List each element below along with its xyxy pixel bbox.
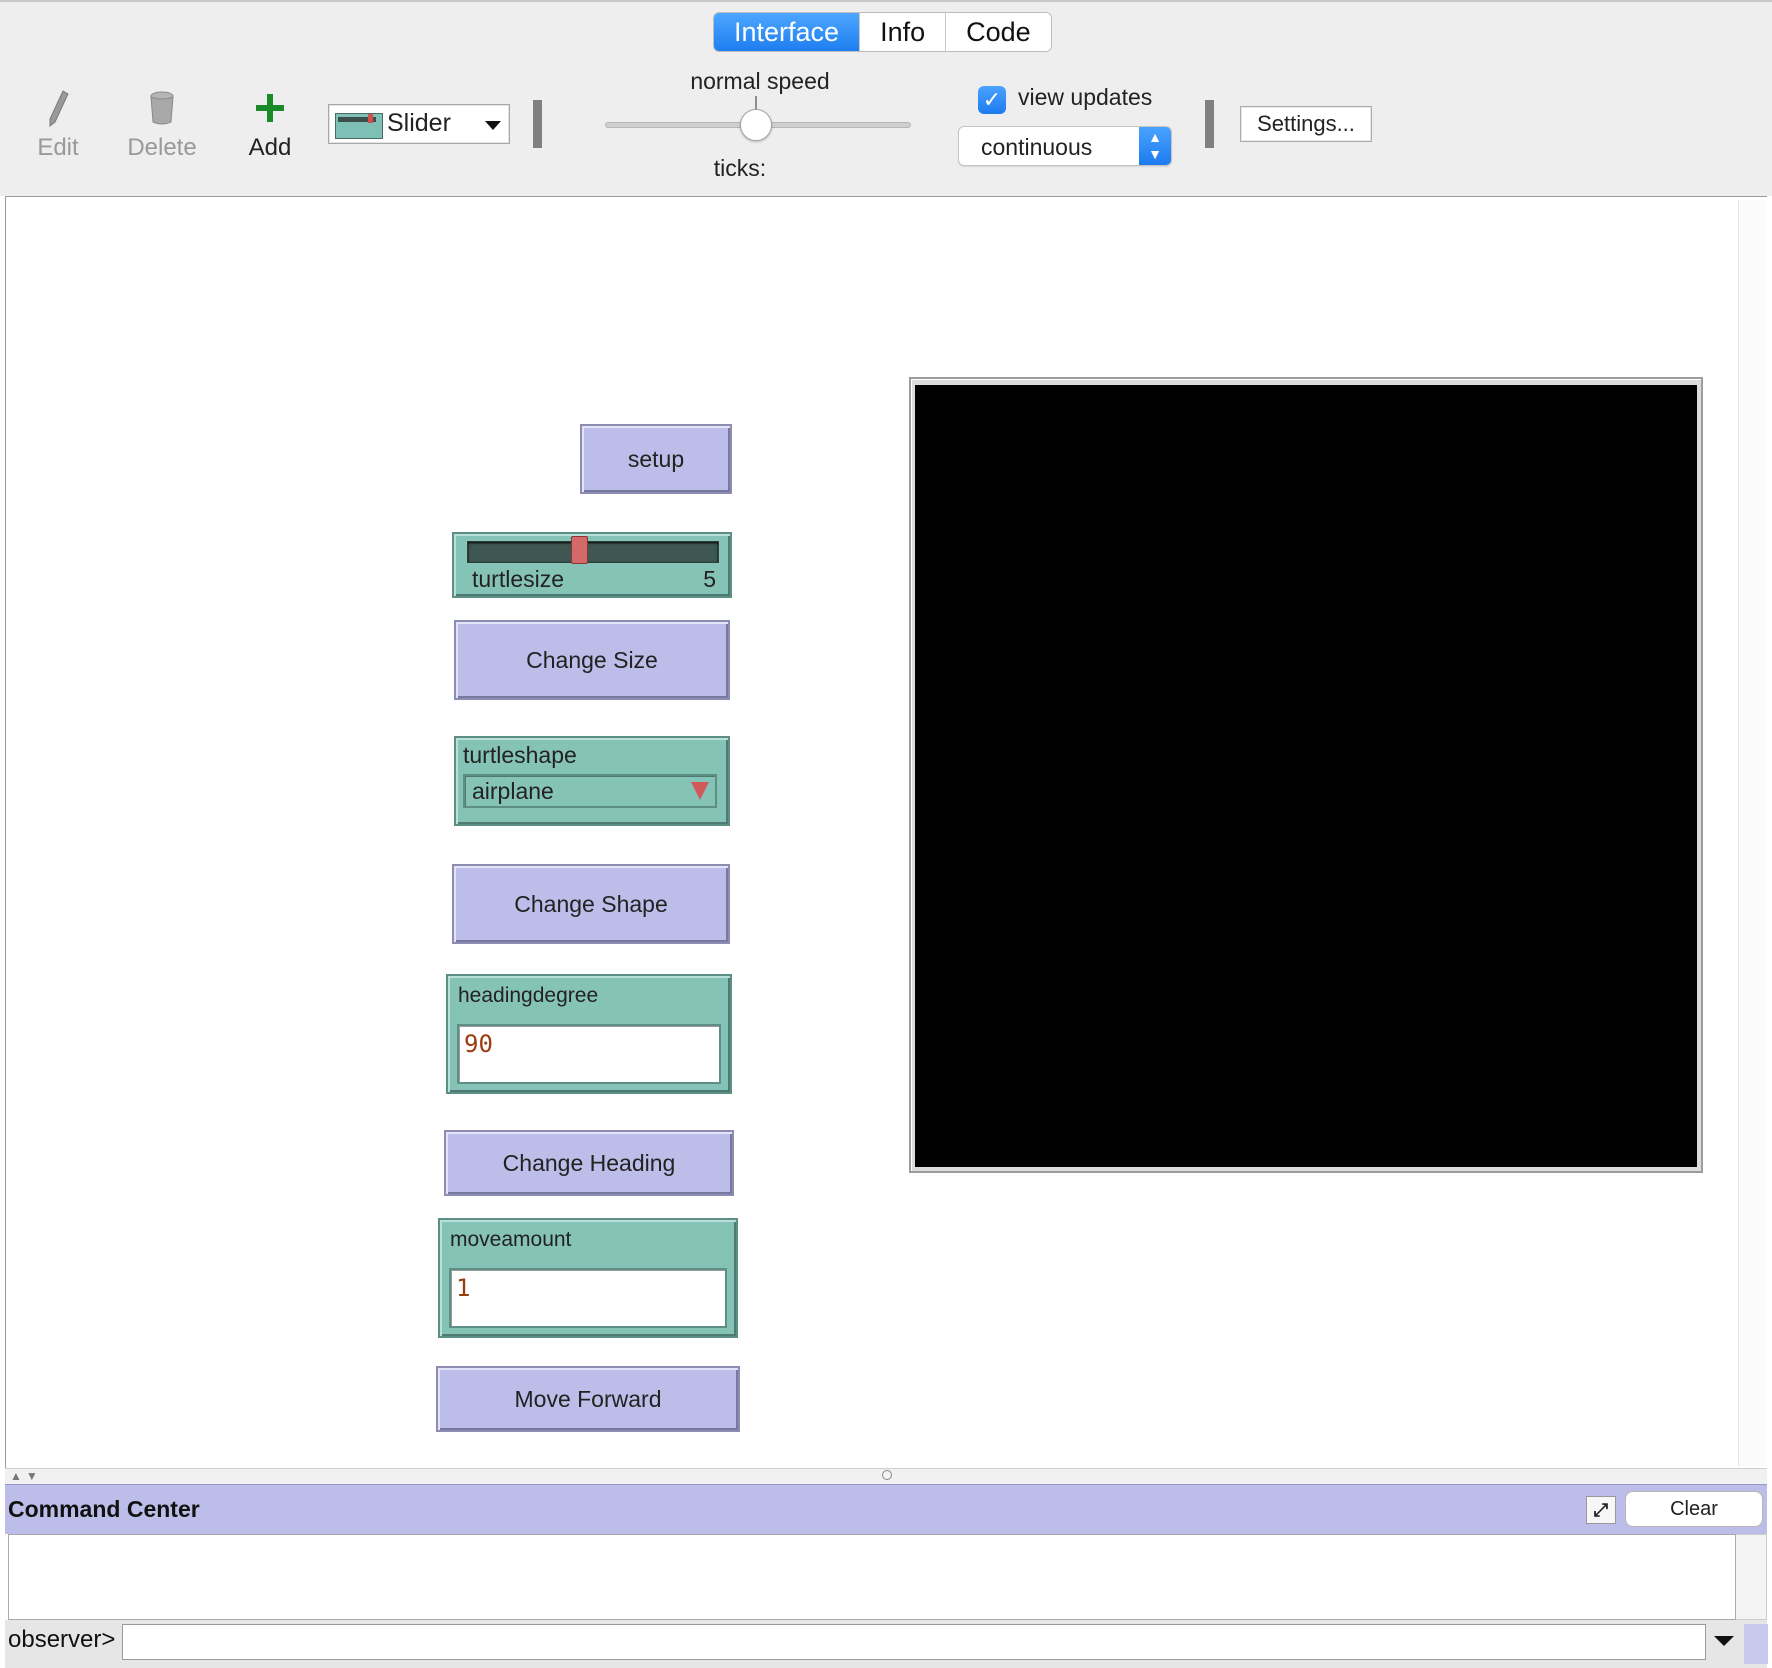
turtleshape-chooser[interactable]: turtleshape airplane	[454, 736, 730, 826]
view-updates-label: view updates	[1018, 84, 1153, 110]
update-mode-value: continuous	[981, 134, 1093, 160]
toolbar-separator	[533, 100, 542, 148]
splitter-arrows-icon[interactable]: ▲▼	[10, 1469, 42, 1483]
tab-info[interactable]: Info	[860, 13, 947, 51]
moveamount-input[interactable]: 1	[449, 1268, 727, 1328]
edit-button[interactable]: Edit	[32, 88, 84, 162]
chooser-dropdown[interactable]: airplane	[463, 774, 717, 808]
slider-value: 5	[703, 566, 716, 592]
change-size-button[interactable]: Change Size	[454, 620, 730, 700]
turtlesize-slider[interactable]: turtlesize 5	[452, 532, 732, 598]
widget-type-label: Slider	[387, 109, 451, 137]
moveamount-input-widget: moveamount 1	[438, 1218, 738, 1338]
output-scrollbar[interactable]	[1736, 1534, 1767, 1620]
settings-button[interactable]: Settings...	[1240, 106, 1372, 142]
chooser-value: airplane	[472, 778, 554, 804]
widget-type-dropdown[interactable]: Slider	[328, 104, 510, 144]
delete-label: Delete	[127, 134, 197, 161]
history-dropdown-icon[interactable]	[1712, 1628, 1736, 1652]
vertical-scrollbar[interactable]	[1738, 200, 1766, 1466]
speed-slider-thumb[interactable]	[740, 109, 772, 141]
input-name: headingdegree	[458, 984, 599, 1007]
slider-track[interactable]	[467, 541, 719, 563]
slider-thumb[interactable]	[571, 536, 588, 564]
toolbar-separator	[1205, 100, 1214, 148]
chooser-name: turtleshape	[463, 742, 577, 768]
headingdegree-input-widget: headingdegree 90	[446, 974, 732, 1094]
update-mode-dropdown[interactable]: continuous ▲ ▼	[958, 126, 1172, 166]
slider-widget-icon	[335, 113, 383, 139]
tab-interface[interactable]: Interface	[714, 13, 861, 51]
corner-panel	[1744, 1624, 1768, 1664]
trash-icon	[150, 91, 174, 125]
ticks-label: ticks:	[713, 155, 767, 181]
observer-prompt[interactable]: observer>	[8, 1626, 115, 1654]
headingdegree-input[interactable]: 90	[457, 1024, 721, 1084]
input-value: 1	[456, 1274, 471, 1302]
speed-center-tick	[755, 96, 757, 110]
input-value: 90	[464, 1030, 493, 1058]
edit-label: Edit	[37, 134, 79, 161]
dropdown-triangle-icon	[691, 782, 709, 800]
command-input[interactable]	[122, 1624, 1706, 1660]
command-output[interactable]	[8, 1534, 1736, 1620]
chevron-down-icon	[485, 121, 501, 130]
change-shape-button[interactable]: Change Shape	[452, 864, 730, 944]
plus-icon	[256, 94, 284, 122]
command-center-header	[5, 1484, 1767, 1534]
delete-button[interactable]: Delete	[124, 88, 200, 162]
speed-label: normal speed	[690, 68, 830, 94]
move-forward-button[interactable]: Move Forward	[436, 1366, 740, 1432]
splitter-handle[interactable]	[882, 1470, 892, 1480]
expand-icon[interactable]: ⤢	[1586, 1496, 1616, 1524]
slider-name: turtlesize	[472, 566, 565, 592]
command-center-title: Command Center	[8, 1496, 200, 1522]
tab-code[interactable]: Code	[946, 13, 1051, 51]
change-heading-button[interactable]: Change Heading	[444, 1130, 734, 1196]
add-label: Add	[248, 134, 292, 161]
world-view[interactable]	[915, 385, 1697, 1167]
clear-button[interactable]: Clear	[1625, 1491, 1763, 1527]
stepper-arrows-icon: ▲ ▼	[1139, 127, 1171, 165]
input-name: moveamount	[450, 1228, 572, 1251]
add-button[interactable]: Add	[244, 88, 296, 162]
setup-button[interactable]: setup	[580, 424, 732, 494]
view-updates-checkbox[interactable]: ✓	[978, 86, 1006, 114]
tab-bar: Interface Info Code	[713, 12, 1052, 52]
pencil-icon	[49, 90, 69, 128]
